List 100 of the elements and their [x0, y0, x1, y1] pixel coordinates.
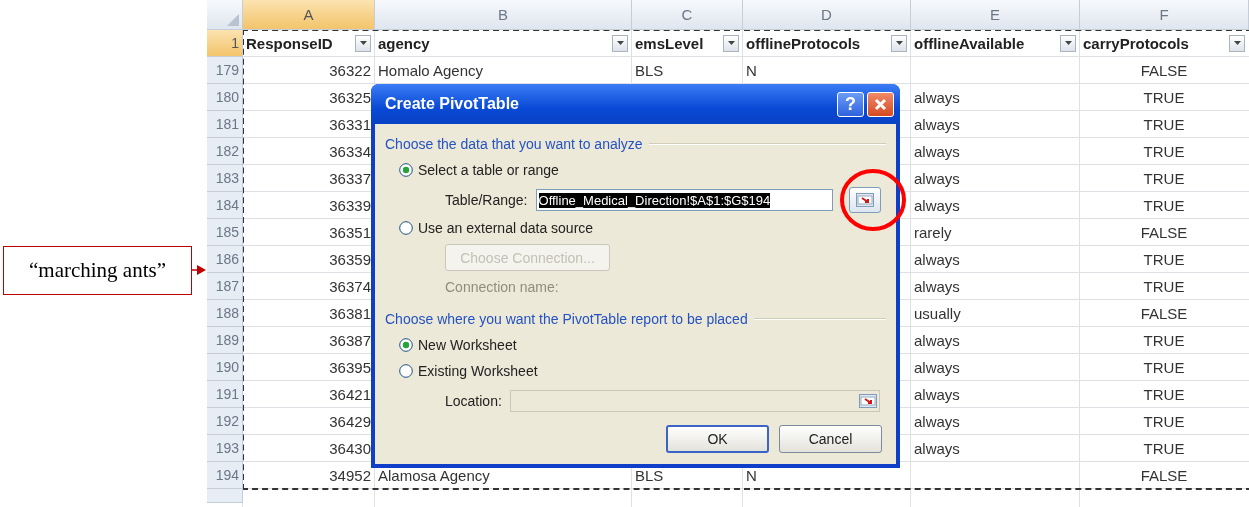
table-cell: Alamosa Agency — [378, 466, 490, 484]
help-button[interactable]: ? — [837, 91, 864, 117]
table-cell: always — [914, 88, 960, 106]
close-button[interactable] — [867, 91, 894, 117]
row-header[interactable]: 192 — [207, 408, 243, 435]
table-cell: 36387 — [329, 331, 371, 349]
table-header-cell: emsLevel — [635, 34, 704, 52]
row-header[interactable]: 181 — [207, 111, 243, 138]
triangle-icon — [227, 14, 239, 26]
table-cell: TRUE — [1143, 358, 1185, 376]
connection-name-label: Connection name: — [445, 279, 559, 297]
dialog-title: Create PivotTable — [385, 95, 520, 113]
column-header[interactable]: B — [375, 0, 632, 30]
filter-dropdown-button[interactable] — [723, 34, 739, 52]
table-header-cell: carryProtocols — [1083, 34, 1189, 52]
column-header[interactable]: D — [743, 0, 911, 30]
caret-icon — [1064, 41, 1072, 45]
close-icon — [874, 97, 887, 111]
column-header[interactable]: E — [911, 0, 1080, 30]
row-header[interactable]: 194 — [207, 462, 243, 489]
callout-circle — [840, 169, 906, 231]
row-header[interactable]: 189 — [207, 327, 243, 354]
filter-dropdown-button[interactable] — [1060, 34, 1076, 52]
table-cell: TRUE — [1143, 439, 1185, 457]
table-cell: BLS — [635, 61, 664, 79]
row-header[interactable]: 191 — [207, 381, 243, 408]
table-cell: 36337 — [329, 169, 371, 187]
column-header[interactable]: C — [632, 0, 743, 30]
table-cell: 36395 — [329, 358, 371, 376]
row-header[interactable]: 184 — [207, 192, 243, 219]
table-cell: usually — [914, 304, 961, 322]
dialog-button[interactable]: OK — [666, 425, 769, 453]
radio-option[interactable]: Select a table or range — [399, 162, 559, 178]
table-cell: 34952 — [329, 466, 371, 484]
table-header-cell: offlineProtocols — [746, 34, 861, 52]
table-cell: 36339 — [329, 196, 371, 214]
annotation-label: “marching ants” — [3, 246, 192, 295]
dialog-button[interactable]: Cancel — [779, 425, 882, 453]
row-header[interactable]: 186 — [207, 246, 243, 273]
table-cell: 36359 — [329, 250, 371, 268]
table-cell: TRUE — [1143, 412, 1185, 430]
row-header[interactable]: 1 — [207, 30, 243, 57]
table-cell: FALSE — [1140, 61, 1188, 79]
row-header[interactable]: 185 — [207, 219, 243, 246]
table-cell: 36429 — [329, 412, 371, 430]
caret-icon — [359, 41, 367, 45]
section-heading: Choose the data that you want to analyze — [385, 136, 643, 152]
radio-option[interactable]: New Worksheet — [399, 337, 517, 353]
collapse-dialog-button[interactable] — [848, 187, 881, 213]
table-cell: always — [914, 358, 960, 376]
table-cell: 36421 — [329, 385, 371, 403]
radio-option[interactable]: Existing Worksheet — [399, 363, 538, 379]
table-cell: always — [914, 385, 960, 403]
table-cell: always — [914, 250, 960, 268]
column-header[interactable]: A — [243, 0, 375, 30]
table-cell: always — [914, 196, 960, 214]
row-header[interactable]: 182 — [207, 138, 243, 165]
section-heading: Choose where you want the PivotTable report to be placed — [385, 311, 748, 327]
row-header[interactable]: 180 — [207, 84, 243, 111]
table-header-cell: offlineAvailable — [914, 34, 1025, 52]
table-cell: 36374 — [329, 277, 371, 295]
caret-icon — [895, 41, 903, 45]
filter-dropdown-button[interactable] — [1229, 34, 1245, 52]
table-cell: TRUE — [1143, 277, 1185, 295]
table-cell: TRUE — [1143, 115, 1185, 133]
table-cell: TRUE — [1143, 196, 1185, 214]
filter-dropdown-button[interactable] — [612, 34, 628, 52]
table-cell: 36325 — [329, 88, 371, 106]
table-cell: 36322 — [329, 61, 371, 79]
caret-icon — [616, 41, 624, 45]
row-header[interactable]: 190 — [207, 354, 243, 381]
collapse-dialog-icon — [855, 193, 874, 207]
table-cell: rarely — [914, 223, 952, 241]
table-cell: BLS — [635, 466, 664, 484]
table-cell: always — [914, 439, 960, 457]
pointer-arrow — [191, 265, 206, 275]
range-field[interactable]: Offline_Medical_Direction!$A$1:$G$194 — [535, 189, 833, 211]
column-header[interactable]: F — [1080, 0, 1249, 30]
row-header[interactable]: 188 — [207, 300, 243, 327]
table-cell: Homalo Agency — [378, 61, 484, 79]
table-cell: 36351 — [329, 223, 371, 241]
filter-dropdown-button[interactable] — [891, 34, 907, 52]
table-cell: FALSE — [1140, 223, 1188, 241]
radio-option[interactable]: Use an external data source — [399, 220, 594, 236]
row-header[interactable]: 179 — [207, 57, 243, 84]
table-cell: TRUE — [1143, 169, 1185, 187]
table-cell: TRUE — [1143, 385, 1185, 403]
caret-icon — [727, 41, 735, 45]
row-header[interactable]: 183 — [207, 165, 243, 192]
table-cell: FALSE — [1140, 304, 1188, 322]
table-cell: N — [746, 466, 757, 484]
table-cell: FALSE — [1140, 466, 1188, 484]
row-header[interactable]: 193 — [207, 435, 243, 462]
table-cell: 36331 — [329, 115, 371, 133]
row-header[interactable]: 187 — [207, 273, 243, 300]
filter-dropdown-button[interactable] — [355, 34, 371, 52]
table-header-cell: agency — [378, 34, 430, 52]
table-cell: always — [914, 169, 960, 187]
table-cell: always — [914, 331, 960, 349]
table-cell: always — [914, 277, 960, 295]
